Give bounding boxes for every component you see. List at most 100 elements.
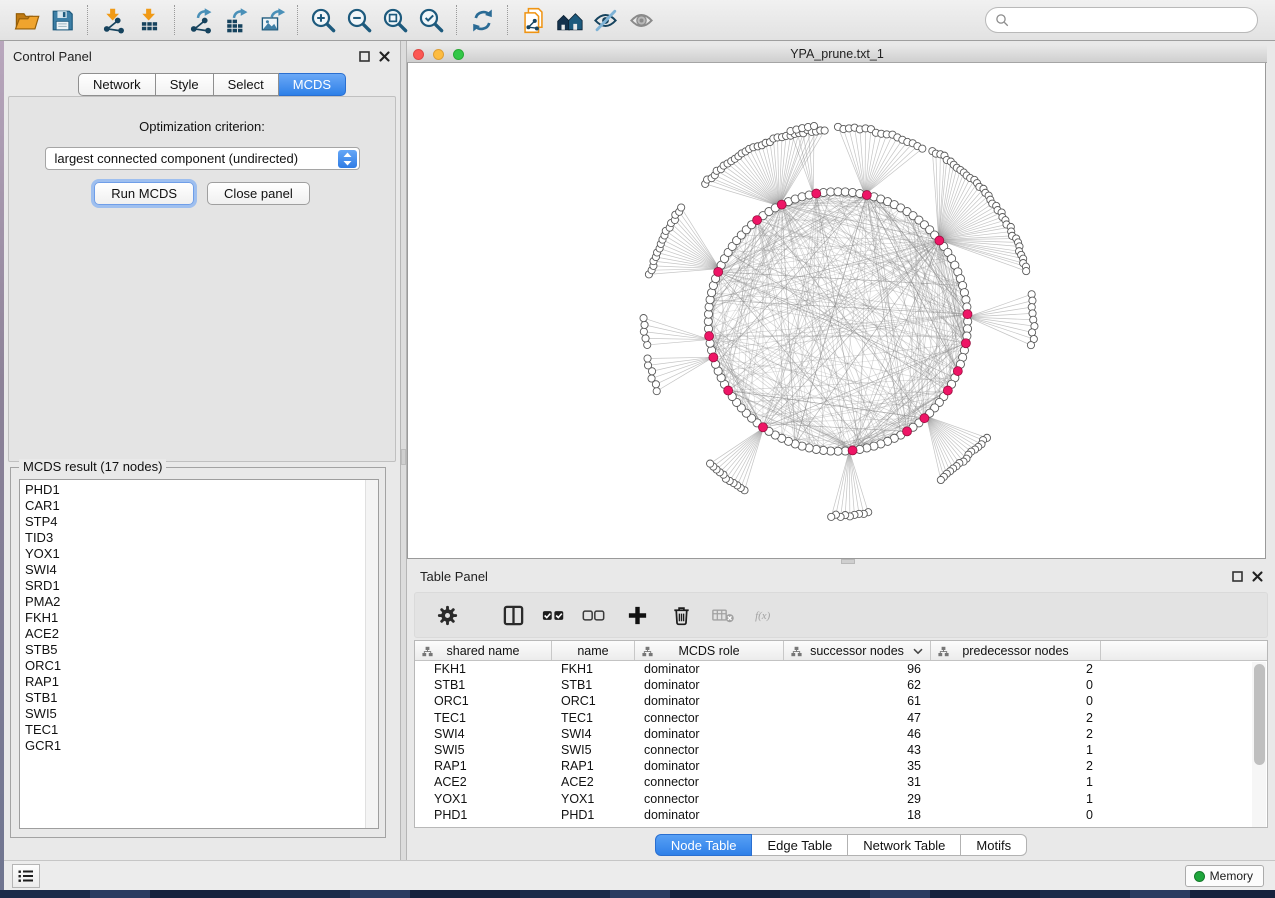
splitter-grip[interactable] <box>401 449 406 465</box>
optimization-select-value: largest connected component (undirected) <box>55 151 299 166</box>
table-scrollbar[interactable] <box>1252 662 1266 827</box>
memory-button[interactable]: Memory <box>1185 865 1264 887</box>
horizontal-splitter-grip[interactable] <box>841 559 855 564</box>
table-row[interactable]: RAP1RAP1dominator352 <box>415 758 1267 774</box>
mcds-result-node[interactable]: ORC1 <box>20 658 364 674</box>
table-row[interactable]: FKH1FKH1dominator962 <box>415 661 1267 677</box>
mcds-result-node[interactable]: SWI5 <box>20 706 364 722</box>
tab-select[interactable]: Select <box>214 73 279 96</box>
search-input[interactable] <box>1010 10 1257 30</box>
table-row[interactable]: ACE2ACE2connector311 <box>415 774 1267 790</box>
zoom-in-button[interactable] <box>305 3 341 37</box>
mcds-result-list[interactable]: PHD1CAR1STP4TID3YOX1SWI4SRD1PMA2FKH1ACE2… <box>19 479 379 829</box>
zoom-fit-button[interactable] <box>377 3 413 37</box>
mcds-result-node[interactable]: FKH1 <box>20 610 364 626</box>
tab-style[interactable]: Style <box>156 73 214 96</box>
mcds-result-node[interactable]: SWI4 <box>20 562 364 578</box>
delete-column-button[interactable] <box>663 597 699 633</box>
column-header-predecessor-nodes[interactable]: predecessor nodes <box>931 641 1101 660</box>
close-panel-icon[interactable] <box>379 51 390 62</box>
mcds-result-node[interactable]: TEC1 <box>20 722 364 738</box>
table-scrollbar-thumb[interactable] <box>1254 664 1265 765</box>
tab-edge-table[interactable]: Edge Table <box>752 834 848 856</box>
column-header-shared-name[interactable]: shared name <box>415 641 552 660</box>
column-header-successor-nodes[interactable]: successor nodes <box>784 641 931 660</box>
cell-predecessor-nodes: 2 <box>931 759 1101 773</box>
import-network-button[interactable] <box>95 3 131 37</box>
mcds-result-node[interactable]: STP4 <box>20 514 364 530</box>
add-column-button[interactable] <box>619 597 655 633</box>
tab-node-table[interactable]: Node Table <box>655 834 753 856</box>
mcds-result-node[interactable]: YOX1 <box>20 546 364 562</box>
open-file-button[interactable] <box>8 3 44 37</box>
cell-name: ACE2 <box>552 775 635 789</box>
mcds-result-scrollbar[interactable] <box>365 480 378 828</box>
mcds-result-node[interactable]: TID3 <box>20 530 364 546</box>
clone-network-button[interactable] <box>515 3 551 37</box>
optimization-select[interactable]: largest connected component (undirected) <box>45 147 360 170</box>
sort-descending-icon <box>913 648 923 655</box>
run-mcds-button[interactable]: Run MCDS <box>94 182 194 205</box>
function-fx-icon: f(x) <box>754 604 777 627</box>
mcds-result-title: MCDS result (17 nodes) <box>19 459 166 474</box>
mcds-result-node[interactable]: STB5 <box>20 642 364 658</box>
save-session-button[interactable] <box>44 3 80 37</box>
cell-successor-nodes: 18 <box>784 808 931 822</box>
import-table-button[interactable] <box>131 3 167 37</box>
table-row[interactable]: YOX1YOX1connector291 <box>415 791 1267 807</box>
table-row[interactable]: PHD1PHD1dominator180 <box>415 807 1267 823</box>
hide-panels-button[interactable] <box>587 3 623 37</box>
table-row[interactable]: TEC1TEC1connector472 <box>415 710 1267 726</box>
float-table-panel-icon[interactable] <box>1232 571 1243 582</box>
mcds-result-node[interactable]: GCR1 <box>20 738 364 754</box>
save-floppy-icon <box>49 7 76 34</box>
close-panel-button[interactable]: Close panel <box>207 182 310 205</box>
cell-MCDS-role: dominator <box>635 662 784 676</box>
apply-layout-button[interactable] <box>464 3 500 37</box>
column-type-icon <box>791 646 802 657</box>
show-columns-button[interactable] <box>495 597 531 633</box>
column-header-label: name <box>577 644 608 658</box>
mcds-result-items: PHD1CAR1STP4TID3YOX1SWI4SRD1PMA2FKH1ACE2… <box>20 482 364 754</box>
mcds-result-node[interactable]: PHD1 <box>20 482 364 498</box>
control-panel: Control Panel Network Style Select MCDS … <box>0 41 400 860</box>
column-header-name[interactable]: name <box>552 641 635 660</box>
tab-motifs[interactable]: Motifs <box>961 834 1027 856</box>
checked-boxes-icon <box>542 604 565 627</box>
tab-network-table[interactable]: Network Table <box>848 834 961 856</box>
mcds-result-node[interactable]: SRD1 <box>20 578 364 594</box>
table-settings-button[interactable] <box>429 597 465 633</box>
zoom-selected-button[interactable] <box>413 3 449 37</box>
task-history-button[interactable] <box>12 864 40 888</box>
network-window-titlebar[interactable]: YPA_prune.txt_1 <box>407 45 1267 63</box>
mcds-result-node[interactable]: CAR1 <box>20 498 364 514</box>
tab-network[interactable]: Network <box>78 73 156 96</box>
table-row[interactable]: SWI4SWI4dominator462 <box>415 726 1267 742</box>
optimization-criterion-label: Optimization criterion: <box>9 119 395 134</box>
mcds-result-node[interactable]: STB1 <box>20 690 364 706</box>
column-header-MCDS-role[interactable]: MCDS role <box>635 641 784 660</box>
export-network-button[interactable] <box>182 3 218 37</box>
vertical-splitter[interactable] <box>400 41 407 860</box>
float-panel-icon[interactable] <box>359 51 370 62</box>
network-home-button[interactable] <box>551 3 587 37</box>
export-table-button[interactable] <box>218 3 254 37</box>
zoom-out-button[interactable] <box>341 3 377 37</box>
table-row[interactable]: ORC1ORC1dominator610 <box>415 693 1267 709</box>
select-stepper-icon <box>338 150 357 168</box>
close-table-panel-icon[interactable] <box>1252 571 1263 582</box>
table-row[interactable]: SWI5SWI5connector431 <box>415 742 1267 758</box>
mcds-result-node[interactable]: ACE2 <box>20 626 364 642</box>
network-view[interactable] <box>407 63 1266 559</box>
cell-MCDS-role: dominator <box>635 808 784 822</box>
deselect-all-button[interactable] <box>575 597 611 633</box>
export-table-icon <box>223 7 250 34</box>
table-row[interactable]: STB1STB1dominator620 <box>415 677 1267 693</box>
mcds-result-node[interactable]: PMA2 <box>20 594 364 610</box>
export-image-button[interactable] <box>254 3 290 37</box>
tab-mcds[interactable]: MCDS <box>279 73 346 96</box>
mcds-result-node[interactable]: RAP1 <box>20 674 364 690</box>
show-panels-button[interactable] <box>623 3 659 37</box>
select-all-button[interactable] <box>535 597 571 633</box>
cell-shared-name: ORC1 <box>415 694 552 708</box>
